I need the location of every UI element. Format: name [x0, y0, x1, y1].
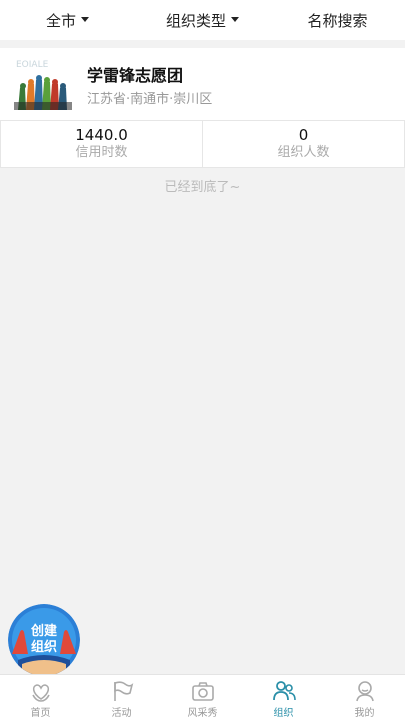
caret-down-icon	[231, 16, 239, 22]
org-name: 学雷锋志愿团	[87, 66, 184, 85]
name-search-button[interactable]: 名称搜索	[270, 0, 405, 40]
org-type-filter[interactable]: 组织类型	[135, 0, 270, 40]
tab-activity[interactable]: 活动	[81, 675, 162, 720]
stat-value: 1440.0	[75, 126, 128, 144]
profile-icon	[355, 681, 374, 702]
tab-organization[interactable]: 组织	[243, 675, 324, 720]
org-card[interactable]: EOIALE 学雷锋志愿团 江苏省·南通市·崇川区	[0, 48, 405, 120]
stat-label: 组织人数	[277, 145, 330, 160]
list-end-text: 已经到底了~	[164, 180, 241, 195]
tab-label: 组织	[273, 708, 294, 719]
create-org-button[interactable]: 创建 组织	[8, 604, 80, 676]
bottom-tab-bar: 首页 活动 风采秀 组织 我的	[0, 674, 405, 720]
tab-label: 我的	[354, 708, 375, 719]
svg-text:EOIALE: EOIALE	[16, 60, 49, 70]
name-search-label: 名称搜索	[307, 11, 368, 30]
org-type-filter-label: 组织类型	[165, 11, 226, 30]
camera-icon	[191, 682, 214, 701]
tab-label: 首页	[30, 708, 51, 719]
stat-member-count: 0 组织人数	[202, 121, 405, 167]
org-stats: 1440.0 信用时数 0 组织人数	[0, 120, 405, 168]
stat-label: 信用时数	[75, 145, 128, 160]
fab-line2: 组织	[31, 639, 57, 655]
tab-label: 风采秀	[187, 708, 218, 719]
heart-hands-icon	[31, 684, 50, 702]
tab-showcase[interactable]: 风采秀	[162, 675, 243, 720]
filter-bar: 全市 组织类型 名称搜索	[0, 0, 405, 40]
city-filter[interactable]: 全市	[0, 0, 135, 40]
org-logo: EOIALE	[14, 58, 72, 110]
group-icon	[272, 681, 296, 701]
tab-home[interactable]: 首页	[0, 675, 81, 720]
stat-value: 0	[298, 126, 309, 144]
flag-icon	[113, 681, 133, 701]
tab-label: 活动	[111, 708, 132, 719]
caret-down-icon	[81, 16, 89, 22]
fab-line1: 创建	[30, 623, 57, 639]
tab-mine[interactable]: 我的	[324, 675, 405, 720]
city-filter-label: 全市	[45, 11, 76, 30]
org-address: 江苏省·南通市·崇川区	[87, 92, 213, 107]
stat-credit-hours: 1440.0 信用时数	[0, 121, 202, 167]
